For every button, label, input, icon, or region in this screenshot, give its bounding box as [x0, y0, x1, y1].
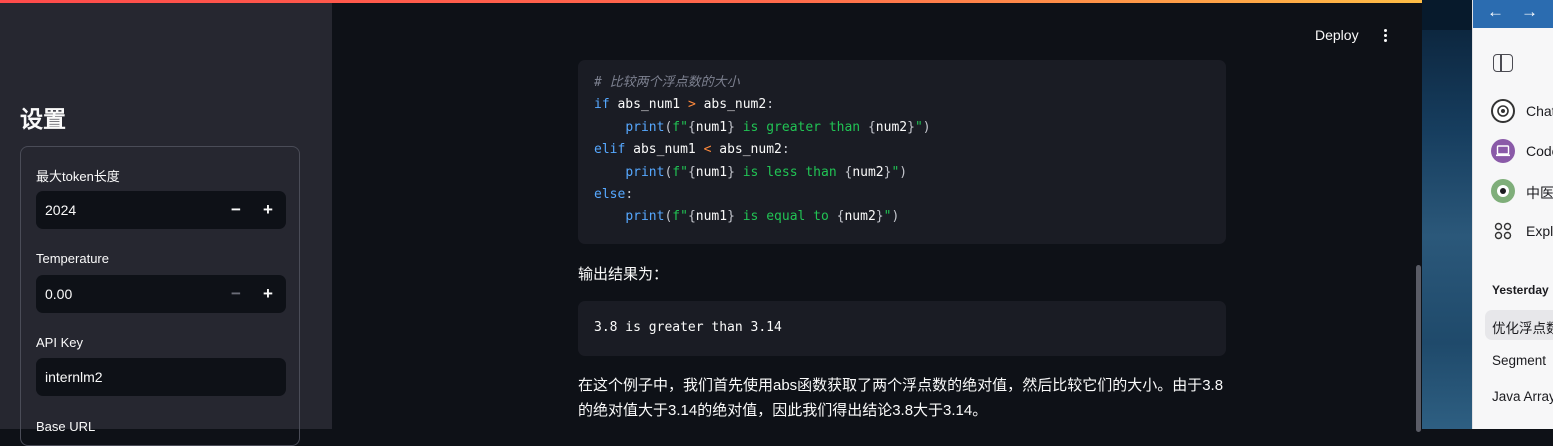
api-key-label: API Key	[36, 335, 83, 350]
sidebar-title: 设置	[20, 106, 66, 132]
output-code-content: 3.8 is greater than 3.14	[594, 320, 782, 335]
temperature-input[interactable]: 0.00 − +	[36, 275, 286, 313]
sidebar-item-chat[interactable]: Chat	[1491, 99, 1553, 123]
eye-icon	[1491, 179, 1515, 203]
base-url-label: Base URL	[36, 419, 96, 434]
api-key-value[interactable]: internlm2	[45, 369, 103, 385]
sidebar-item-label: Code	[1526, 143, 1553, 159]
temperature-value[interactable]: 0.00	[45, 286, 72, 302]
api-key-input[interactable]: internlm2	[36, 358, 286, 396]
sidebar: 设置 最大token长度 2024 − + Temperature 0.00 −…	[0, 3, 332, 446]
code-block: # 比较两个浮点数的大小 if abs_num1 > abs_num2: pri…	[578, 60, 1226, 244]
browser-nav-bar: ← →	[1473, 0, 1553, 28]
main-content: Deploy # 比较两个浮点数的大小 if abs_num1 > abs_nu…	[332, 3, 1422, 432]
temperature-decrement-button[interactable]: −	[220, 275, 252, 313]
max-token-increment-button[interactable]: +	[252, 191, 284, 229]
max-token-decrement-button[interactable]: −	[220, 191, 252, 229]
back-arrow-icon[interactable]: ←	[1487, 2, 1504, 22]
deploy-button[interactable]: Deploy	[1315, 27, 1359, 43]
code-content: # 比较两个浮点数的大小 if abs_num1 > abs_num2: pri…	[594, 75, 931, 225]
keyword-else: else	[594, 187, 626, 203]
sidebar-item-explore[interactable]: Explo	[1491, 219, 1553, 243]
grid-icon	[1491, 219, 1515, 243]
max-token-label: 最大token长度	[36, 169, 120, 184]
history-item[interactable]: Java Array	[1492, 389, 1553, 404]
keyword-elif: elif	[594, 142, 626, 158]
settings-form: 最大token长度 2024 − + Temperature 0.00 − + …	[20, 146, 300, 446]
sidebar-item-label: 中医	[1526, 185, 1553, 201]
temperature-label: Temperature	[36, 251, 109, 266]
forward-arrow-icon[interactable]: →	[1521, 2, 1538, 22]
keyword-if: if	[594, 97, 610, 113]
openai-icon	[1491, 99, 1515, 123]
max-token-input[interactable]: 2024 − +	[36, 191, 286, 229]
side-app-panel: ← → Chat Code 中医 Explo Yesterday 优化浮点数 S…	[1472, 0, 1553, 429]
max-token-value[interactable]: 2024	[45, 202, 76, 218]
sidebar-item-label: Explo	[1526, 223, 1553, 239]
history-section-heading: Yesterday	[1492, 283, 1549, 297]
laptop-icon	[1491, 139, 1515, 163]
history-item[interactable]: Segment	[1492, 353, 1546, 368]
history-item[interactable]: 优化浮点数	[1492, 317, 1553, 337]
sidebar-item-tcm[interactable]: 中医	[1491, 179, 1553, 203]
sidebar-item-label: Chat	[1526, 103, 1553, 119]
main-scrollbar[interactable]	[1416, 265, 1421, 432]
output-code-block: 3.8 is greater than 3.14	[578, 301, 1226, 356]
sidebar-toggle-icon[interactable]	[1493, 54, 1513, 72]
output-intro-text: 输出结果为：	[578, 266, 669, 283]
sidebar-item-code[interactable]: Code	[1491, 139, 1553, 163]
explanation-text: 在这个例子中，我们首先使用abs函数获取了两个浮点数的绝对值，然后比较它们的大小…	[578, 377, 1224, 419]
code-line-1: # 比较两个浮点数的大小	[594, 75, 740, 90]
temperature-increment-button[interactable]: +	[252, 275, 284, 313]
desktop-wallpaper	[1422, 0, 1472, 429]
main-menu-icon[interactable]	[1380, 27, 1390, 45]
